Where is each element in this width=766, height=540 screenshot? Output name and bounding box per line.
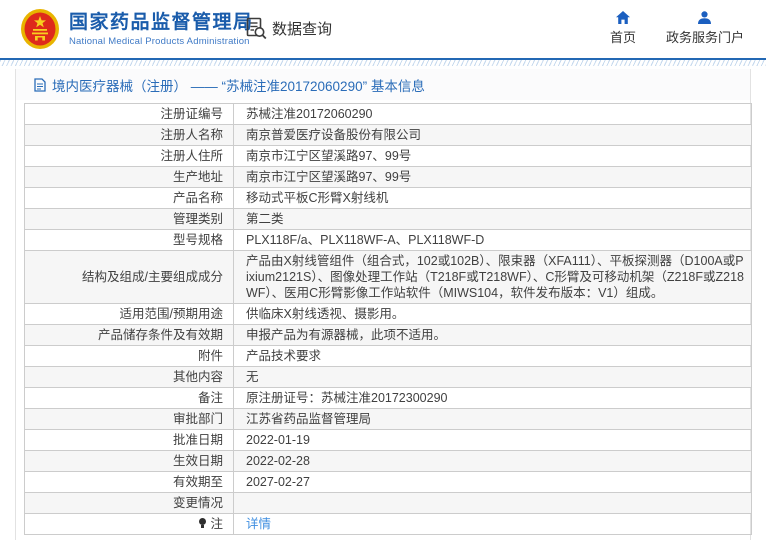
field-value: 南京市江宁区望溪路97、99号 xyxy=(233,166,752,188)
registration-info-table: 注册证编号 苏械注准20172060290 注册人名称 南京普爱医疗设备股份有限公司注… xyxy=(24,103,752,535)
field-label: 有效期至 xyxy=(24,471,234,493)
field-label: 生效日期 xyxy=(24,450,234,472)
field-label: 适用范围/预期用途 xyxy=(24,303,234,325)
content-panel: 境内医疗器械（注册） —— “苏械注准20172060290” 基本信息 注册证… xyxy=(15,69,752,540)
table-row: 备注 原注册证号：苏械注准20172300290 xyxy=(24,387,752,409)
table-row: 注册人住所 南京市江宁区望溪路97、99号 xyxy=(24,145,752,167)
brand[interactable]: 国家药品监督管理局 National Medical Products Admi… xyxy=(20,8,254,50)
field-value: PLX118F/a、PLX118WF-A、PLX118WF-D xyxy=(233,229,752,251)
top-nav: 首页 政务服务门户 xyxy=(610,11,744,46)
field-value: 产品技术要求 xyxy=(233,345,752,367)
field-label: 注册人名称 xyxy=(24,124,234,146)
field-value: 南京普爱医疗设备股份有限公司 xyxy=(233,124,752,146)
document-search-icon xyxy=(246,17,267,40)
table-row: 有效期至 2027-02-27 xyxy=(24,471,752,493)
bulb-icon xyxy=(199,518,207,528)
document-icon xyxy=(34,77,46,92)
data-query-label: 数据查询 xyxy=(272,21,333,38)
breadcrumb: 境内医疗器械（注册） —— “苏械注准20172060290” 基本信息 xyxy=(16,69,750,100)
table-row: 型号规格 PLX118F/a、PLX118WF-A、PLX118WF-D xyxy=(24,229,752,251)
field-value: 移动式平板C形臂X射线机 xyxy=(233,187,752,209)
field-value: 产品由X射线管组件（组合式，102或102B）、限束器（XFA111）、平板探测… xyxy=(233,250,752,304)
field-value: 供临床X射线透视、摄影用。 xyxy=(233,303,752,325)
table-row: 生效日期 2022-02-28 xyxy=(24,450,752,472)
detail-link[interactable]: 详情 xyxy=(246,517,271,531)
field-value xyxy=(233,492,752,514)
brand-text: 国家药品监督管理局 National Medical Products Admi… xyxy=(69,12,254,47)
registration-table-body: 注册证编号 苏械注准20172060290 注册人名称 南京普爱医疗设备股份有限公司注… xyxy=(24,103,752,535)
field-value: 无 xyxy=(233,366,752,388)
agency-name-en: National Medical Products Administration xyxy=(69,35,250,47)
field-value: 苏械注准20172060290 xyxy=(233,103,752,125)
field-label: 管理类别 xyxy=(24,208,234,230)
field-value: 2022-01-19 xyxy=(233,429,752,451)
table-row: 变更情况 xyxy=(24,492,752,514)
table-row: 注册证编号 苏械注准20172060290 xyxy=(24,103,752,125)
field-value: 申报产品为有源器械，此项不适用。 xyxy=(233,324,752,346)
table-row: 产品储存条件及有效期 申报产品为有源器械，此项不适用。 xyxy=(24,324,752,346)
field-value: 南京市江宁区望溪路97、99号 xyxy=(233,145,752,167)
table-row: 结构及组成/主要组成成分 产品由X射线管组件（组合式，102或102B）、限束器（… xyxy=(24,250,752,304)
field-label: 备注 xyxy=(24,387,234,409)
data-query-section[interactable]: 数据查询 xyxy=(246,17,332,40)
field-label: 产品储存条件及有效期 xyxy=(24,324,234,346)
table-row: 附件 产品技术要求 xyxy=(24,345,752,367)
field-value: 第二类 xyxy=(233,208,752,230)
breadcrumb-text: 境内医疗器械（注册） —— “苏械注准20172060290” 基本信息 xyxy=(52,78,425,94)
nav-home[interactable]: 首页 xyxy=(610,11,636,46)
field-label: 注册人住所 xyxy=(24,145,234,167)
nav-home-label: 首页 xyxy=(609,30,636,45)
field-label: 注册证编号 xyxy=(24,103,234,125)
table-row: 生产地址 南京市江宁区望溪路97、99号 xyxy=(24,166,752,188)
field-value: 原注册证号：苏械注准20172300290 xyxy=(233,387,752,409)
site-header: 国家药品监督管理局 National Medical Products Admi… xyxy=(0,0,766,60)
table-row: 其他内容无 xyxy=(24,366,752,388)
field-label: 注 xyxy=(24,513,234,535)
field-label: 型号规格 xyxy=(24,229,234,251)
nav-gov-portal[interactable]: 政务服务门户 xyxy=(666,11,744,46)
field-label: 其他内容 xyxy=(24,366,234,388)
field-value: 江苏省药品监督管理局 xyxy=(233,408,752,430)
field-label: 变更情况 xyxy=(24,492,234,514)
nav-gov-portal-label: 政务服务门户 xyxy=(665,30,744,45)
field-value: 2027-02-27 xyxy=(233,471,752,493)
field-value: 详情 xyxy=(233,513,752,535)
field-label: 审批部门 xyxy=(24,408,234,430)
national-emblem-logo xyxy=(21,9,59,49)
field-label: 批准日期 xyxy=(24,429,234,451)
table-row: 批准日期 2022-01-19 xyxy=(24,429,752,451)
decorative-stripes xyxy=(0,60,766,66)
table-row: 产品名称 移动式平板C形臂X射线机 xyxy=(24,187,752,209)
user-icon xyxy=(698,11,712,24)
agency-name-cn: 国家药品监督管理局 xyxy=(69,11,254,33)
table-row: 审批部门 江苏省药品监督管理局 xyxy=(24,408,752,430)
field-label: 产品名称 xyxy=(24,187,234,209)
field-label: 结构及组成/主要组成成分 xyxy=(24,250,234,304)
home-icon xyxy=(615,11,630,24)
field-label: 附件 xyxy=(24,345,234,367)
table-row: 适用范围/预期用途 供临床X射线透视、摄影用。 xyxy=(24,303,752,325)
table-row: 注册人名称 南京普爱医疗设备股份有限公司 xyxy=(24,124,752,146)
field-label: 生产地址 xyxy=(24,166,234,188)
table-row: 管理类别 第二类 xyxy=(24,208,752,230)
table-row: 注详情 xyxy=(24,513,752,535)
field-value: 2022-02-28 xyxy=(233,450,752,472)
